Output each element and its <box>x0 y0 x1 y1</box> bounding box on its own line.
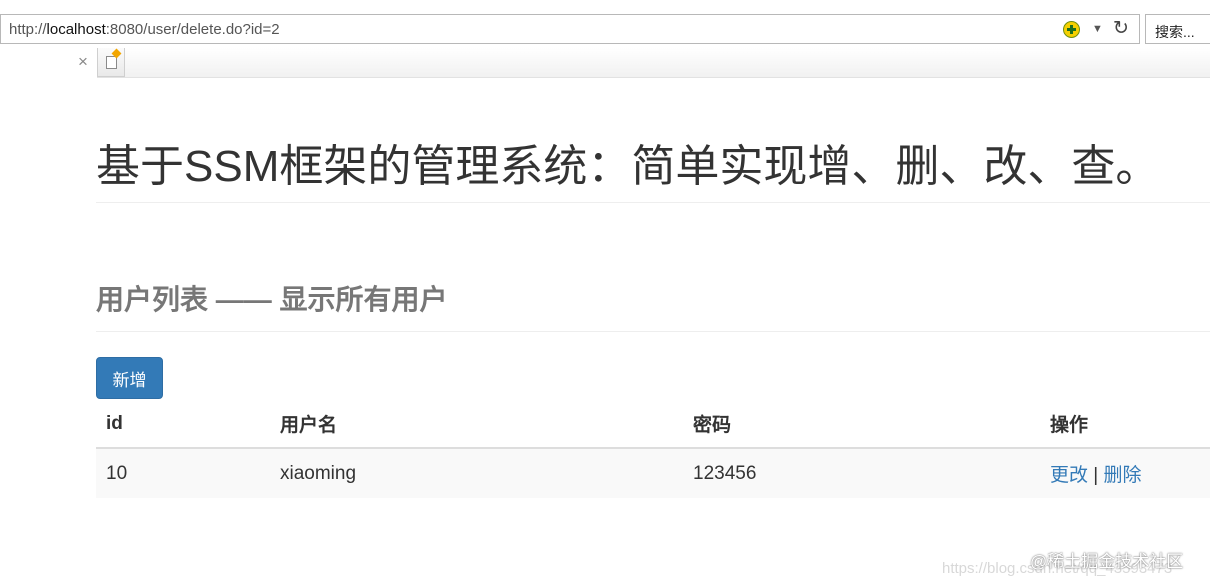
close-icon[interactable]: × <box>78 52 88 72</box>
header-actions: 操作 <box>1040 400 1210 449</box>
user-table: id 用户名 密码 操作 10 xiaoming 123456 更改 | 删除 <box>96 400 1210 498</box>
address-bar[interactable]: http://localhost:8080/user/delete.do?id=… <box>0 14 1140 44</box>
edit-link[interactable]: 更改 <box>1050 465 1088 486</box>
tab-current[interactable]: × <box>0 48 97 78</box>
watermark-brand: @稀土掘金技术社区 <box>1030 552 1184 571</box>
action-separator: | <box>1093 465 1099 486</box>
compat-view-icon[interactable] <box>1063 21 1080 38</box>
url-path: :8080/user/delete.do?id=2 <box>105 21 280 38</box>
refresh-icon[interactable]: ↻ <box>1113 17 1129 40</box>
cell-actions: 更改 | 删除 <box>1040 448 1210 498</box>
url-host: localhost <box>46 21 106 38</box>
page-subtitle: 用户列表 —— 显示所有用户 <box>96 284 448 315</box>
title-divider <box>96 202 1210 203</box>
table-row: 10 xiaoming 123456 更改 | 删除 <box>96 448 1210 498</box>
header-username: 用户名 <box>270 400 683 449</box>
delete-link[interactable]: 删除 <box>1104 465 1142 486</box>
search-placeholder: 搜索... <box>1155 24 1195 40</box>
browser-toolbar: http://localhost:8080/user/delete.do?id=… <box>0 0 1210 48</box>
cell-username: xiaoming <box>280 462 357 484</box>
add-user-button[interactable]: 新增 <box>96 357 163 399</box>
new-tab-button[interactable] <box>97 48 125 77</box>
page-title: 基于SSM框架的管理系统：简单实现增、删、改、查。 <box>96 142 1160 191</box>
url-scheme: http:// <box>9 21 47 38</box>
table-header-row: id 用户名 密码 操作 <box>96 400 1210 449</box>
cell-password: 123456 <box>693 462 757 484</box>
browser-search-box[interactable]: 搜索... <box>1145 14 1210 44</box>
tab-bar: × <box>0 48 1210 78</box>
subtitle-divider <box>96 331 1210 332</box>
address-url[interactable]: http://localhost:8080/user/delete.do?id=… <box>9 21 280 38</box>
cell-id: 10 <box>106 462 128 484</box>
header-password: 密码 <box>683 400 1040 449</box>
header-id: id <box>96 400 270 449</box>
chevron-down-icon[interactable]: ▼ <box>1092 23 1103 35</box>
